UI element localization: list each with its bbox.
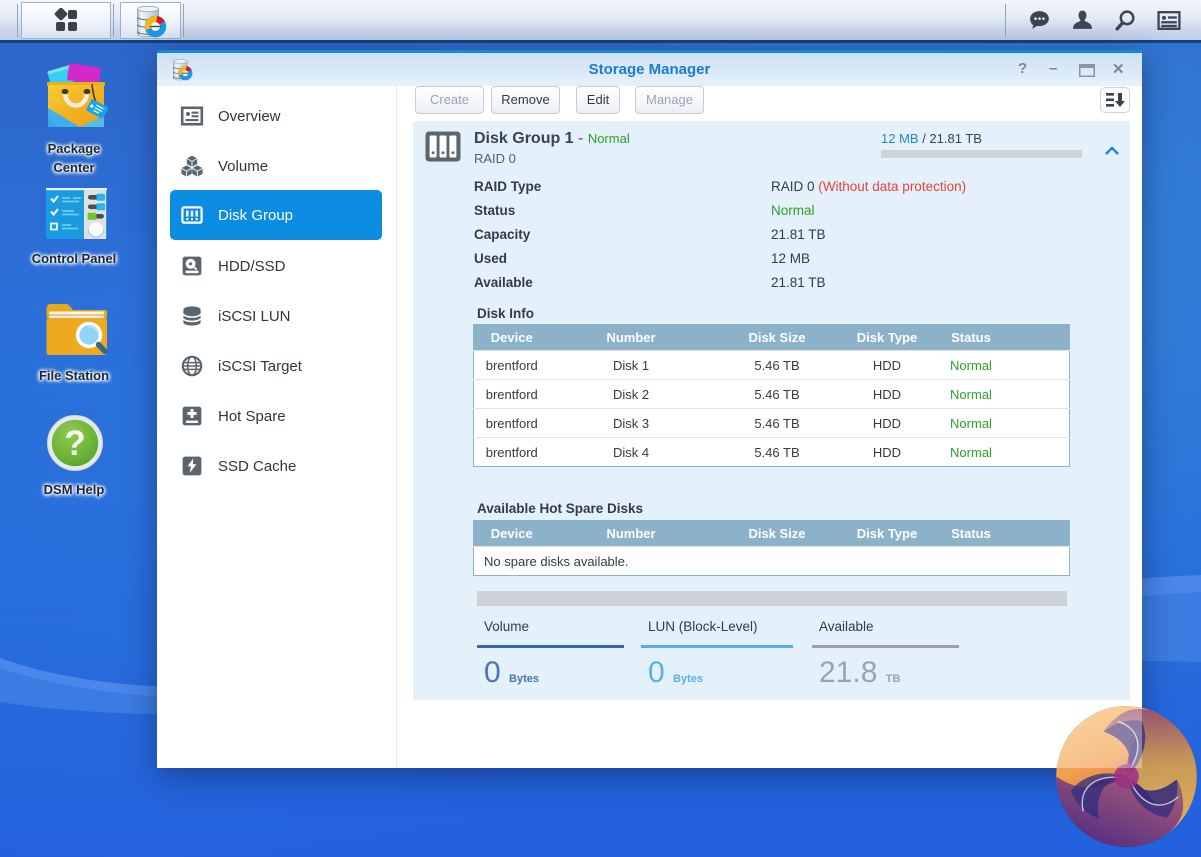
svg-text:?: ?: [64, 424, 85, 463]
